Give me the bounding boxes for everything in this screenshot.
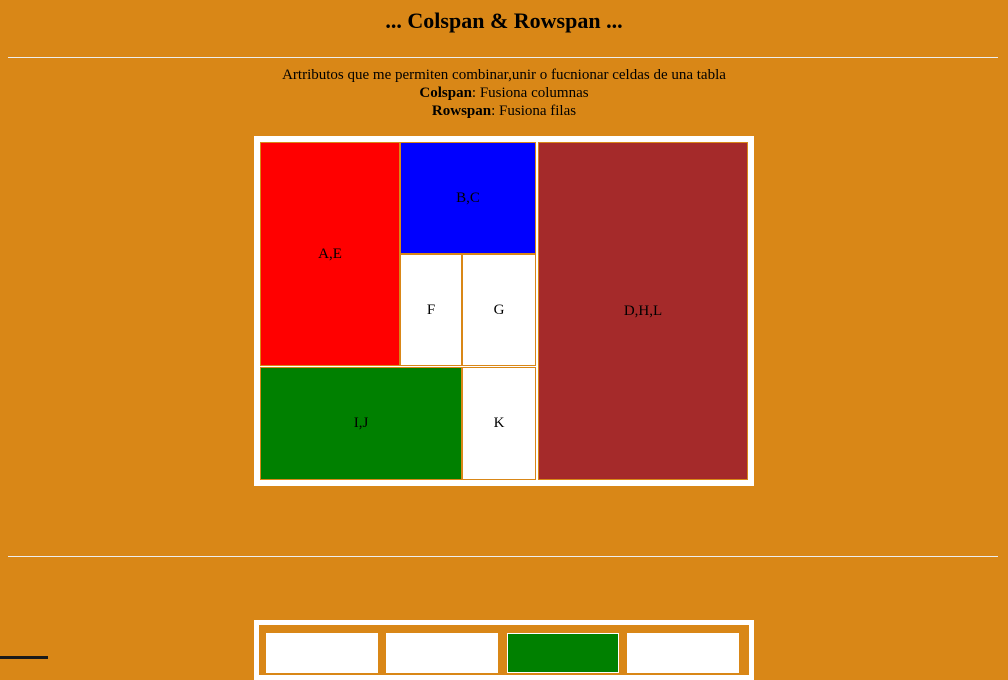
second-table [254,620,754,680]
second-table-cell [627,633,739,673]
rowspan-definition: Rowspan: Fusiona filas [0,102,1008,120]
second-table-cell-green [507,633,619,673]
table-cell-g: G [462,254,536,366]
page-title: ... Colspan & Rowspan ... [385,8,623,33]
colspan-term: Colspan [419,85,472,101]
table-cell-k: K [462,367,536,480]
table-cell-ij: I,J [260,367,462,480]
intro-line: Artributos que me permiten combinar,unir… [282,67,726,83]
rowspan-description: : Fusiona filas [491,103,577,119]
horizontal-rule-bottom [8,556,998,557]
second-table-cell [266,633,378,673]
colspan-description: : Fusiona columnas [471,85,589,101]
horizontal-rule-top [8,57,998,58]
table-cell-f: F [400,254,462,366]
table-cell-ae: A,E [260,142,400,366]
table-cell-dhl: D,H,L [538,142,748,480]
colspan-definition: Colspan: Fusiona columnas [0,84,1008,102]
table-cell-bc: B,C [400,142,536,254]
second-table-cell [386,633,498,673]
rowspan-term: Rowspan [431,103,492,119]
span-demo-table: A,E B,C D,H,L F G I,J K [254,136,754,486]
intro-text: Artributos que me permiten combinar,unir… [0,66,1008,120]
